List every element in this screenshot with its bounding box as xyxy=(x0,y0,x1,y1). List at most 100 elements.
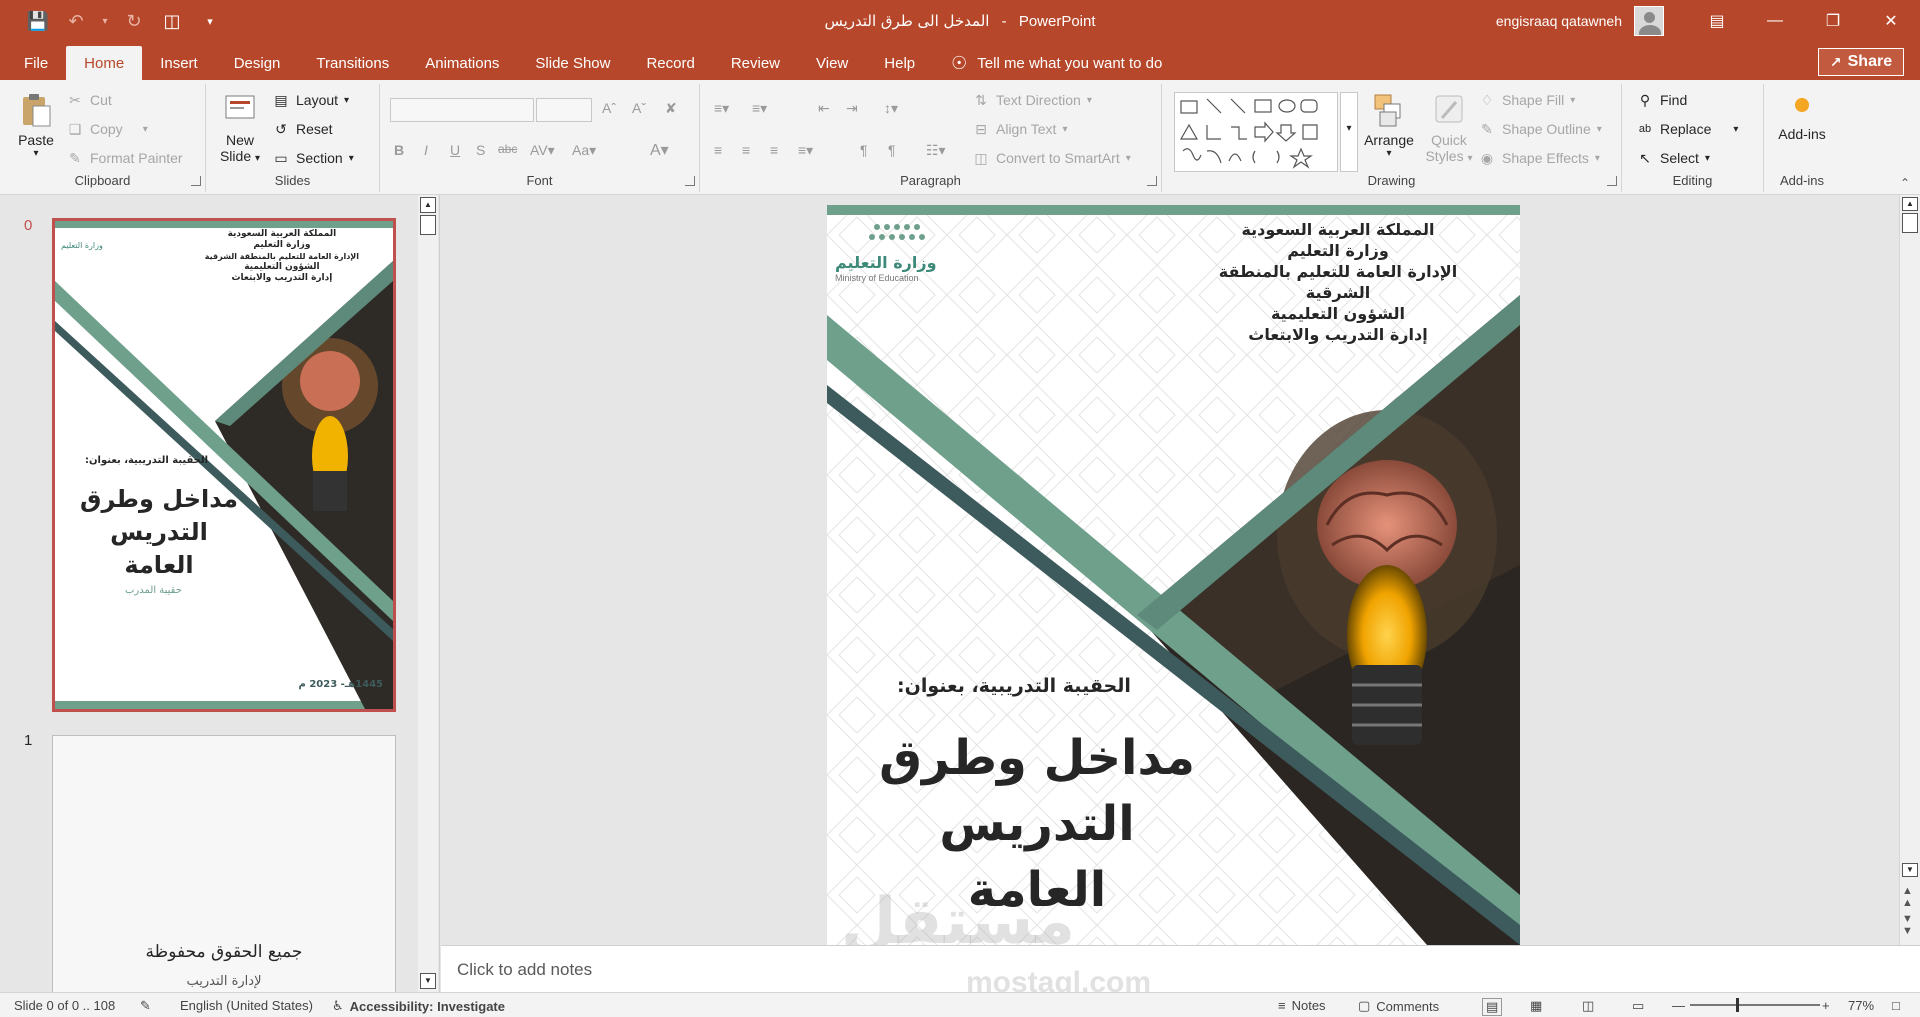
undo-icon[interactable]: ↶ xyxy=(60,5,92,37)
justify-icon[interactable]: ≡▾ xyxy=(798,142,813,159)
font-launcher-icon[interactable] xyxy=(685,176,695,186)
scroll-up-icon[interactable]: ▲ xyxy=(1902,197,1918,211)
slide-thumbnail-1[interactable]: جميع الحقوق محفوظة لإدارة التدريب xyxy=(52,735,396,992)
numbering-icon[interactable]: ≡▾ xyxy=(752,100,767,117)
italic-icon[interactable]: I xyxy=(424,142,428,158)
decrease-indent-icon[interactable]: ⇤ xyxy=(818,100,830,117)
zoom-in-icon[interactable]: + xyxy=(1822,998,1830,1013)
tab-home[interactable]: Home xyxy=(66,46,143,80)
slide-sorter-icon[interactable]: ▦ xyxy=(1530,998,1542,1014)
align-text-button[interactable]: ⊟ Align Text ▾ xyxy=(972,121,1067,137)
tab-review[interactable]: Review xyxy=(713,46,798,80)
zoom-level[interactable]: 77% xyxy=(1848,998,1874,1013)
shape-fill-button[interactable]: ♢ Shape Fill ▾ xyxy=(1478,92,1576,108)
minimize-icon[interactable]: — xyxy=(1746,0,1804,42)
slide-count[interactable]: Slide 0 of 0 .. 108 xyxy=(14,998,115,1013)
scroll-up-icon[interactable]: ▲ xyxy=(420,197,436,213)
customize-qat-icon[interactable]: ▾ xyxy=(194,5,226,37)
slide-thumbnail-0[interactable]: المملكة العربية السعودية وزارة التعليم ا… xyxy=(52,218,396,712)
arrange-button[interactable]: Arrange ▾ xyxy=(1360,92,1418,159)
increase-indent-icon[interactable]: ⇥ xyxy=(846,100,858,117)
change-case-icon[interactable]: Aa▾ xyxy=(572,142,596,159)
font-name-combo[interactable] xyxy=(390,98,534,122)
restore-icon[interactable]: ❐ xyxy=(1804,0,1862,42)
strikethrough-icon[interactable]: abc xyxy=(498,142,517,156)
new-slide-button[interactable]: New Slide ▾ xyxy=(214,92,266,164)
text-direction-button[interactable]: ⇅ Text Direction ▾ xyxy=(972,92,1092,108)
tab-design[interactable]: Design xyxy=(216,46,299,80)
scroll-down-icon[interactable]: ▼ xyxy=(1902,863,1918,877)
previous-slide-icon[interactable]: ▲ ▲ xyxy=(1902,885,1913,909)
format-painter-button[interactable]: ✎ Format Painter xyxy=(66,150,182,166)
scroll-down-icon[interactable]: ▼ xyxy=(420,973,436,989)
save-icon[interactable]: 💾 xyxy=(22,5,54,37)
convert-smartart-button[interactable]: ◫ Convert to SmartArt ▾ xyxy=(972,150,1130,166)
tab-file[interactable]: File xyxy=(0,46,66,80)
shadow-icon[interactable]: S xyxy=(476,142,485,158)
reading-view-icon[interactable]: ◫ xyxy=(1582,998,1594,1014)
select-button[interactable]: ↖ Select ▾ xyxy=(1636,150,1710,166)
thumbnail-scrollbar[interactable]: ▲ ▼ xyxy=(418,195,438,992)
slide-canvas[interactable]: وزارة التعليم Ministry of Education المم… xyxy=(827,205,1520,945)
font-color-icon[interactable]: A▾ xyxy=(650,140,669,160)
cut-button[interactable]: ✂ Cut xyxy=(66,92,112,108)
align-right-icon[interactable]: ≡ xyxy=(770,142,778,158)
bold-icon[interactable]: B xyxy=(394,142,404,158)
addins-button[interactable]: Add-ins xyxy=(1768,98,1836,142)
slide-show-icon[interactable]: ▭ xyxy=(1632,998,1644,1014)
paragraph-launcher-icon[interactable] xyxy=(1147,176,1157,186)
ribbon-display-options-icon[interactable]: ▤ xyxy=(1688,0,1746,42)
close-icon[interactable]: ✕ xyxy=(1862,0,1920,42)
line-spacing-icon[interactable]: ↕▾ xyxy=(884,100,898,117)
scroll-thumb[interactable] xyxy=(1902,213,1918,233)
section-button[interactable]: ▭ Section ▾ xyxy=(272,150,353,166)
next-slide-icon[interactable]: ▼ ▼ xyxy=(1902,913,1913,937)
shapes-gallery-more-icon[interactable]: ▾ xyxy=(1340,92,1358,172)
drawing-launcher-icon[interactable] xyxy=(1607,176,1617,186)
clear-formatting-icon[interactable]: ✘ xyxy=(665,100,677,117)
zoom-slider-handle[interactable] xyxy=(1736,998,1739,1012)
shape-outline-button[interactable]: ✎ Shape Outline ▾ xyxy=(1478,121,1602,137)
scroll-thumb[interactable] xyxy=(420,215,436,235)
zoom-out-icon[interactable]: — xyxy=(1672,998,1685,1013)
tab-insert[interactable]: Insert xyxy=(142,46,216,80)
decrease-font-icon[interactable]: Aˇ xyxy=(632,100,646,116)
avatar[interactable] xyxy=(1634,6,1664,36)
copy-button[interactable]: ❏ Copy ▾ xyxy=(66,121,148,137)
character-spacing-icon[interactable]: AV▾ xyxy=(530,142,555,159)
spelling-status-icon[interactable]: ✎ xyxy=(140,998,151,1014)
align-left-icon[interactable]: ≡ xyxy=(714,142,722,158)
font-size-combo[interactable] xyxy=(536,98,592,122)
tab-help[interactable]: Help xyxy=(866,46,933,80)
notes-toggle[interactable]: ≡ Notes xyxy=(1278,998,1326,1013)
replace-button[interactable]: ab Replace ▾ xyxy=(1636,121,1739,137)
share-button[interactable]: ↗ Share xyxy=(1818,48,1904,76)
increase-font-icon[interactable]: Aˆ xyxy=(602,100,616,116)
fit-slide-icon[interactable]: □ xyxy=(1892,998,1900,1013)
accessibility-status[interactable]: ♿ Accessibility: Investigate xyxy=(332,998,505,1014)
bullets-icon[interactable]: ≡▾ xyxy=(714,100,729,117)
tab-record[interactable]: Record xyxy=(628,46,712,80)
find-button[interactable]: ⚲ Find xyxy=(1636,92,1687,108)
ltr-icon[interactable]: ¶ xyxy=(860,142,868,158)
reset-button[interactable]: ↺ Reset xyxy=(272,121,332,137)
tab-view[interactable]: View xyxy=(798,46,866,80)
underline-icon[interactable]: U xyxy=(450,142,460,158)
collapse-ribbon-icon[interactable]: ⌃ xyxy=(1900,176,1910,190)
layout-button[interactable]: ▤ Layout ▾ xyxy=(272,92,349,108)
redo-icon[interactable]: ↻ xyxy=(118,5,150,37)
tab-slide-show[interactable]: Slide Show xyxy=(517,46,628,80)
tab-animations[interactable]: Animations xyxy=(407,46,517,80)
tell-me-search[interactable]: ☉ Tell me what you want to do xyxy=(951,46,1162,80)
tab-transitions[interactable]: Transitions xyxy=(298,46,407,80)
align-center-icon[interactable]: ≡ xyxy=(742,142,750,158)
normal-view-icon[interactable]: ▤ xyxy=(1482,998,1503,1016)
rtl-icon[interactable]: ¶ xyxy=(888,142,896,158)
undo-dropdown-icon[interactable]: ▾ xyxy=(98,5,112,37)
shape-effects-button[interactable]: ◉ Shape Effects ▾ xyxy=(1478,150,1600,166)
shapes-gallery[interactable] xyxy=(1174,92,1338,172)
paste-button[interactable]: Paste ▾ xyxy=(12,92,60,159)
present-from-start-icon[interactable]: ◫ xyxy=(156,5,188,37)
user-name[interactable]: engisraaq qatawneh xyxy=(1496,13,1622,29)
slide-scrollbar[interactable]: ▲ ▼ ▲ ▲ ▼ ▼ xyxy=(1899,195,1920,945)
